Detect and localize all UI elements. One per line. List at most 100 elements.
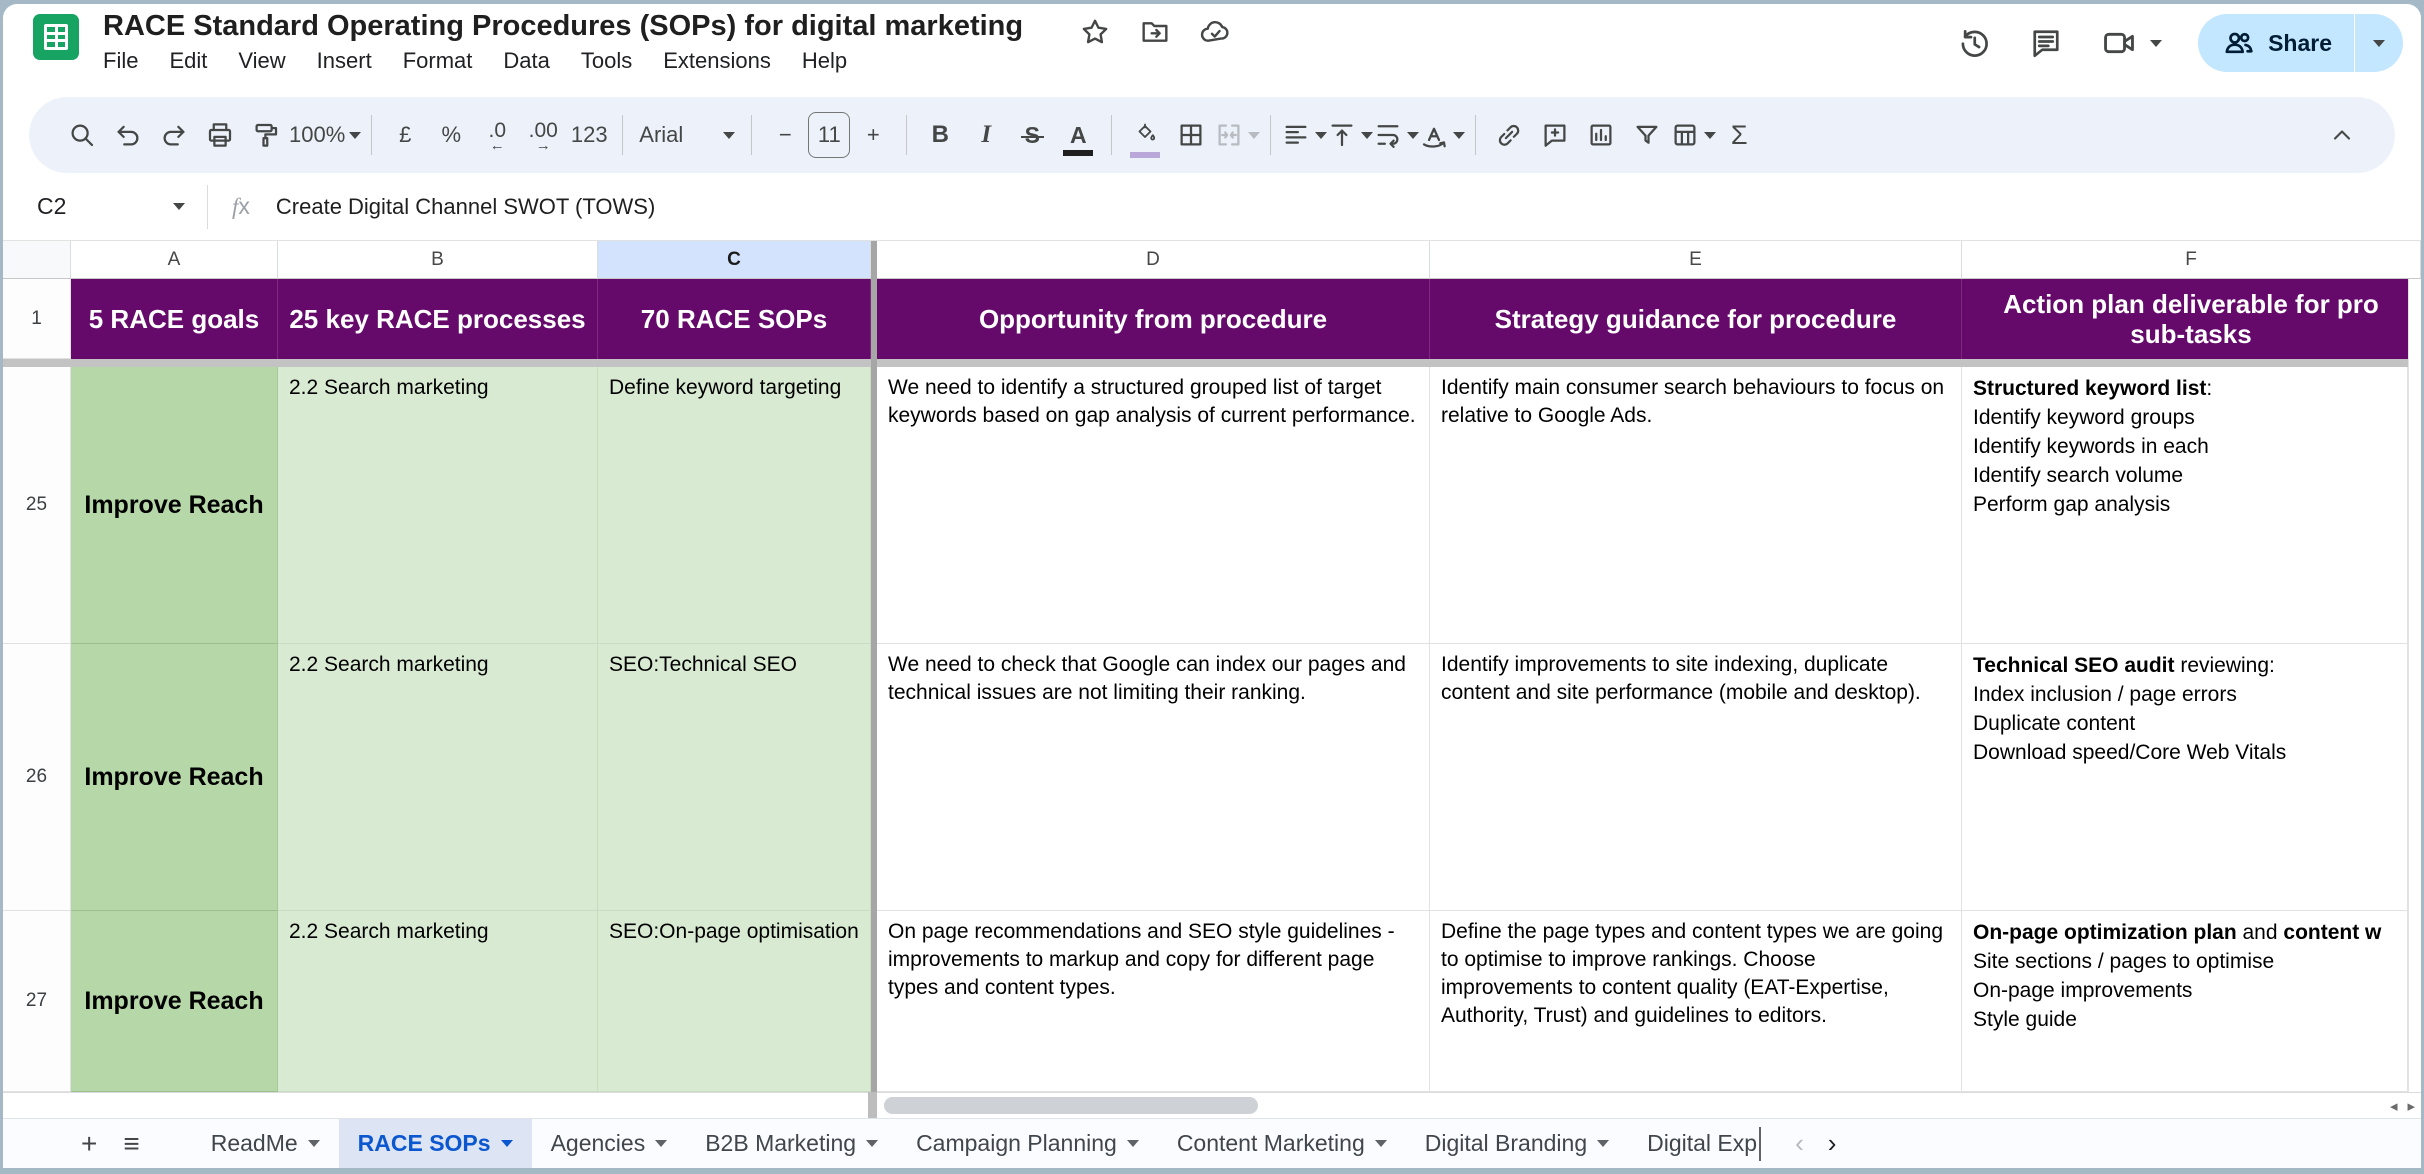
cell-d27[interactable]: On page recommendations and SEO style gu…: [877, 911, 1430, 1092]
cell-c25[interactable]: Define keyword targeting: [598, 367, 871, 644]
cell-d26[interactable]: We need to check that Google can index o…: [877, 644, 1430, 911]
version-history-icon[interactable]: [1956, 25, 1992, 61]
menu-edit[interactable]: Edit: [169, 48, 207, 74]
cell-f1[interactable]: Action plan deliverable for pro sub-task…: [1962, 279, 2421, 359]
insert-comment-button[interactable]: [1532, 109, 1578, 161]
cell-b25[interactable]: 2.2 Search marketing: [278, 367, 598, 644]
row-header-27[interactable]: 27: [3, 911, 71, 1092]
menu-tools[interactable]: Tools: [581, 48, 632, 74]
borders-button[interactable]: [1168, 109, 1214, 161]
formula-input[interactable]: Create Digital Channel SWOT (TOWS): [276, 194, 655, 220]
cell-a25[interactable]: Improve Reach: [71, 367, 278, 644]
column-header-c[interactable]: C: [598, 241, 871, 279]
menu-insert[interactable]: Insert: [317, 48, 372, 74]
scroll-left-arrow-icon[interactable]: ◂: [2390, 1097, 2398, 1115]
cell-b26[interactable]: 2.2 Search marketing: [278, 644, 598, 911]
font-select[interactable]: Arial: [633, 109, 741, 161]
tab-digital-exp[interactable]: Digital Exp: [1628, 1119, 1757, 1169]
cell-a27[interactable]: Improve Reach: [71, 911, 278, 1092]
menu-format[interactable]: Format: [403, 48, 473, 74]
column-header-d[interactable]: D: [877, 241, 1430, 279]
cell-e27[interactable]: Define the page types and content types …: [1430, 911, 1962, 1092]
cell-c26[interactable]: SEO:Technical SEO: [598, 644, 871, 911]
scroll-right-arrow-icon[interactable]: ▸: [2407, 1097, 2415, 1115]
tab-digital-branding[interactable]: Digital Branding: [1406, 1119, 1628, 1169]
strikethrough-button[interactable]: S: [1009, 109, 1055, 161]
format-currency-button[interactable]: £: [382, 109, 428, 161]
horizontal-align-button[interactable]: [1281, 109, 1327, 161]
table-tools-button[interactable]: [1670, 109, 1716, 161]
cell-c27[interactable]: SEO:On-page optimisation: [598, 911, 871, 1092]
vertical-align-button[interactable]: [1327, 109, 1373, 161]
add-sheet-button[interactable]: +: [81, 1130, 97, 1158]
text-wrap-button[interactable]: [1373, 109, 1419, 161]
cell-b1[interactable]: 25 key RACE processes: [278, 279, 598, 359]
tab-content-marketing[interactable]: Content Marketing: [1158, 1119, 1406, 1169]
cell-c1[interactable]: 70 RACE SOPs: [598, 279, 871, 359]
merge-cells-button[interactable]: [1214, 109, 1260, 161]
undo-button[interactable]: [105, 109, 151, 161]
italic-button[interactable]: I: [963, 109, 1009, 161]
cell-e26[interactable]: Identify improvements to site indexing, …: [1430, 644, 1962, 911]
cell-f26[interactable]: Technical SEO audit reviewing: Index inc…: [1962, 644, 2408, 911]
text-rotation-button[interactable]: [1419, 109, 1465, 161]
menu-help[interactable]: Help: [802, 48, 847, 74]
share-button[interactable]: Share: [2198, 26, 2354, 60]
cell-f27[interactable]: On-page optimization plan and content w …: [1962, 911, 2408, 1092]
tab-b2b-marketing[interactable]: B2B Marketing: [686, 1119, 897, 1169]
select-all-corner[interactable]: [3, 241, 71, 279]
column-header-e[interactable]: E: [1430, 241, 1962, 279]
cell-a26[interactable]: Improve Reach: [71, 644, 278, 911]
tab-agencies[interactable]: Agencies: [532, 1119, 687, 1169]
vertical-scrollbar[interactable]: [2408, 279, 2421, 1092]
decrease-font-size-button[interactable]: −: [762, 109, 808, 161]
frozen-row-divider[interactable]: [3, 359, 2421, 367]
increase-decimals-button[interactable]: .00→: [520, 109, 566, 161]
menu-data[interactable]: Data: [503, 48, 549, 74]
bold-button[interactable]: B: [917, 109, 963, 161]
cell-f25[interactable]: Structured keyword list: Identify keywor…: [1962, 367, 2408, 644]
redo-button[interactable]: [151, 109, 197, 161]
tab-readme[interactable]: ReadMe: [192, 1119, 339, 1169]
row-header-25[interactable]: 25: [3, 367, 71, 644]
sheets-logo-icon[interactable]: [33, 14, 79, 60]
format-percent-button[interactable]: %: [428, 109, 474, 161]
cell-b27[interactable]: 2.2 Search marketing: [278, 911, 598, 1092]
column-header-b[interactable]: B: [278, 241, 598, 279]
row-header-26[interactable]: 26: [3, 644, 71, 911]
share-dropdown[interactable]: [2355, 34, 2403, 52]
functions-button[interactable]: Σ: [1716, 109, 1762, 161]
cloud-status-icon[interactable]: [1199, 16, 1231, 48]
text-color-button[interactable]: A: [1055, 109, 1101, 161]
increase-font-size-button[interactable]: +: [850, 109, 896, 161]
zoom-select[interactable]: 100%: [289, 109, 361, 161]
search-menus-button[interactable]: [59, 109, 105, 161]
insert-link-button[interactable]: [1486, 109, 1532, 161]
create-filter-button[interactable]: [1624, 109, 1670, 161]
number-format-button[interactable]: 123: [566, 109, 612, 161]
move-folder-icon[interactable]: [1139, 16, 1171, 48]
menu-file[interactable]: File: [103, 48, 138, 74]
decrease-decimals-button[interactable]: .0←: [474, 109, 520, 161]
paint-format-button[interactable]: [243, 109, 289, 161]
comment-history-icon[interactable]: [2028, 25, 2064, 61]
cell-d1[interactable]: Opportunity from procedure: [877, 279, 1430, 359]
all-sheets-button[interactable]: ≡: [123, 1130, 139, 1158]
tab-race-sops[interactable]: RACE SOPs: [339, 1119, 532, 1169]
name-box[interactable]: C2: [3, 193, 185, 220]
document-title[interactable]: RACE Standard Operating Procedures (SOPs…: [103, 10, 1023, 43]
cell-e1[interactable]: Strategy guidance for procedure: [1430, 279, 1962, 359]
menu-extensions[interactable]: Extensions: [663, 48, 771, 74]
tabs-scroll-right-icon[interactable]: ›: [1828, 1128, 1837, 1159]
tab-campaign-planning[interactable]: Campaign Planning: [897, 1119, 1158, 1169]
horizontal-scrollbar-thumb[interactable]: [884, 1097, 1258, 1114]
hide-menus-button[interactable]: [2319, 109, 2365, 161]
frozen-column-divider[interactable]: [871, 241, 877, 1092]
column-header-a[interactable]: A: [71, 241, 278, 279]
cell-a1[interactable]: 5 RACE goals: [71, 279, 278, 359]
menu-view[interactable]: View: [238, 48, 285, 74]
tabs-scroll-left-icon[interactable]: ‹: [1795, 1128, 1804, 1159]
camera-dropdown-icon[interactable]: [2150, 40, 2162, 47]
fill-color-button[interactable]: [1122, 109, 1168, 161]
row-header-1[interactable]: 1: [3, 279, 71, 359]
